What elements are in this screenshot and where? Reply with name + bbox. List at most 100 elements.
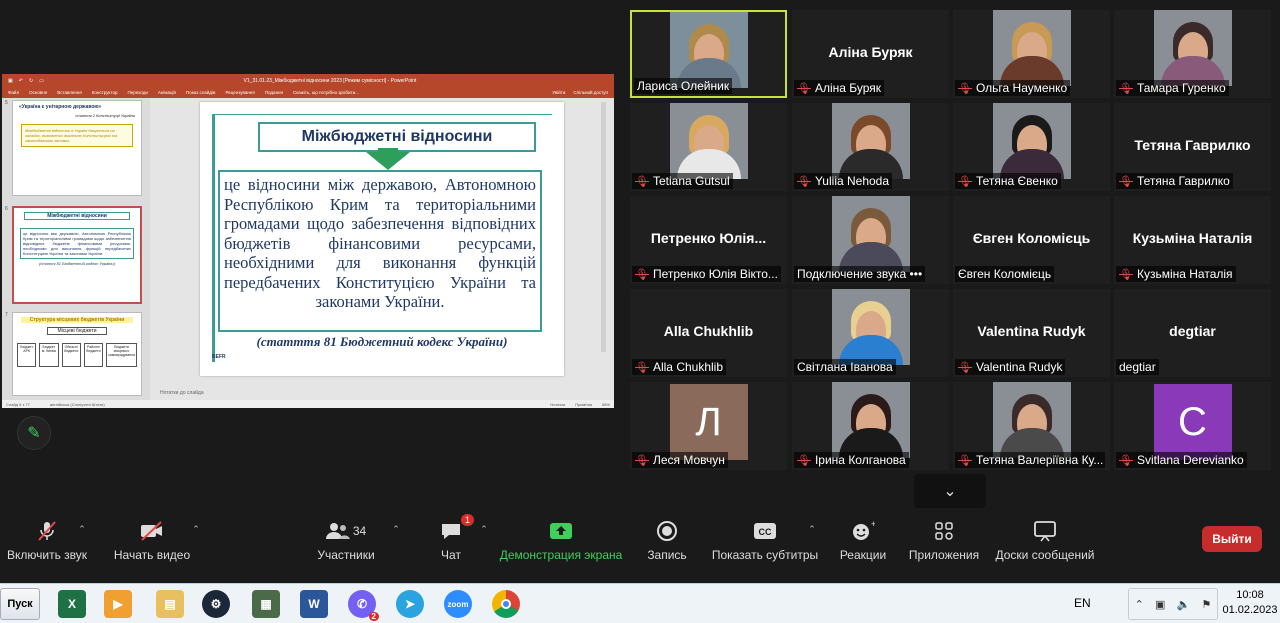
start-button[interactable]: Пуск bbox=[0, 588, 40, 620]
chat-options-caret[interactable]: ⌃ bbox=[478, 518, 490, 568]
ribbon-tab[interactable]: Основне bbox=[29, 90, 47, 95]
participant-tile[interactable]: Аліна Буряк 🎙 Аліна Буряк bbox=[792, 10, 949, 98]
ribbon-tab[interactable]: Конструктор bbox=[92, 90, 118, 95]
participant-tile[interactable]: Лариса Олейник bbox=[630, 10, 787, 98]
participants-options-caret[interactable]: ⌃ bbox=[390, 518, 402, 568]
participant-tile[interactable]: 🎙 Тетяна Валеріївна Ку... bbox=[953, 382, 1110, 470]
zoom-level[interactable]: 56% bbox=[602, 402, 610, 407]
slide-editor[interactable]: Міжбюджетні відносини це відносини між д… bbox=[150, 98, 614, 400]
whiteboards-button[interactable]: Доски сообщений bbox=[994, 518, 1096, 568]
participant-name-label: Євген Коломієць bbox=[955, 266, 1055, 282]
thumb-body: це відносини між державою, Автономною Ре… bbox=[20, 228, 134, 259]
participant-tile[interactable]: 🎙 Тамара Гуренко bbox=[1114, 10, 1271, 98]
ribbon-tab[interactable]: Подання bbox=[265, 90, 283, 95]
slide-thumbnail-6[interactable]: Міжбюджетні відносини це відносини між д… bbox=[12, 206, 142, 304]
participant-name: Тамара Гуренко bbox=[1136, 81, 1226, 95]
taskbar-excel[interactable]: X bbox=[54, 588, 90, 620]
participant-video bbox=[669, 12, 748, 88]
taskbar-viber[interactable]: ✆ 2 bbox=[344, 588, 380, 621]
ribbon-tab[interactable]: Вставлення bbox=[57, 90, 82, 95]
participant-tile[interactable]: degtiar degtiar bbox=[1114, 289, 1271, 377]
redo-icon[interactable]: ↻ bbox=[29, 78, 33, 84]
participant-tile[interactable]: Л 🎙 Леся Мовчун bbox=[630, 382, 787, 470]
participant-tile[interactable]: 🎙 Yuliia Nehoda bbox=[792, 103, 949, 191]
input-language[interactable]: EN bbox=[1074, 596, 1091, 610]
share-screen-button[interactable]: Демонстрация экрана bbox=[500, 518, 622, 568]
participant-tile[interactable]: 🎙 Tetiana Gutsul bbox=[630, 103, 787, 191]
participant-avatar: Л bbox=[669, 384, 748, 460]
chat-button[interactable]: 1 Чат bbox=[430, 514, 474, 568]
annotate-pencil-button[interactable]: ✎ bbox=[17, 416, 51, 450]
slideshow-icon[interactable]: ▭ bbox=[39, 78, 44, 84]
participant-tile[interactable]: Петренко Юлія... 🎙 Петренко Юлія Вікто... bbox=[630, 196, 787, 284]
participant-tile[interactable]: 🎙 Тетяна Євенко bbox=[953, 103, 1110, 191]
shared-screen[interactable]: ▣ ↶ ↻ ▭ V1_31.01.23_Міжбюджетні відносин… bbox=[2, 74, 614, 408]
taskbar-steam[interactable]: ⚙ bbox=[198, 588, 234, 620]
taskbar-zoom[interactable]: zoom bbox=[440, 588, 476, 620]
audio-options-caret[interactable]: ⌃ bbox=[76, 518, 88, 568]
leave-meeting-button[interactable]: Выйти bbox=[1202, 526, 1262, 552]
captions-label: Показать субтитры bbox=[711, 548, 819, 562]
network-icon[interactable]: ▣ bbox=[1155, 598, 1165, 611]
reactions-label: Реакции bbox=[839, 548, 887, 562]
reactions-button[interactable]: + Реакции bbox=[838, 518, 888, 568]
taskbar-file-explorer[interactable]: ▤ bbox=[152, 588, 188, 620]
ribbon-tab[interactable]: Переходи bbox=[127, 90, 147, 95]
captions-options-caret[interactable]: ⌃ bbox=[806, 518, 818, 568]
save-icon[interactable]: ▣ bbox=[8, 78, 13, 84]
sign-in-link[interactable]: Увійти bbox=[552, 90, 565, 95]
notes-placeholder[interactable]: Нотатки до слайда bbox=[160, 390, 566, 396]
flag-icon[interactable]: ⚑ bbox=[1201, 598, 1211, 611]
participant-tile[interactable]: Valentina Rudyk 🎙 Valentina Rudyk bbox=[953, 289, 1110, 377]
comments-button[interactable]: Примітки bbox=[575, 402, 592, 407]
captions-button[interactable]: CC Показать субтитры bbox=[712, 518, 818, 568]
share-link[interactable]: Спільний доступ bbox=[573, 90, 608, 95]
slide-thumbnail-5[interactable]: «Україна є унітарною державою» стаття 2 … bbox=[12, 100, 142, 196]
vertical-scrollbar[interactable] bbox=[601, 102, 606, 352]
share-screen-label: Демонстрация экрана bbox=[499, 548, 623, 562]
undo-icon[interactable]: ↶ bbox=[19, 78, 23, 84]
taskbar-chrome[interactable] bbox=[488, 588, 524, 620]
participant-tile[interactable]: 🎙 Ірина Колганова bbox=[792, 382, 949, 470]
participant-name-label: 🎙 Ольга Науменко bbox=[955, 80, 1071, 96]
video-options-caret[interactable]: ⌃ bbox=[190, 518, 202, 568]
record-button[interactable]: Запись bbox=[644, 518, 690, 568]
participant-tile[interactable]: Світлана Іванова bbox=[792, 289, 949, 377]
ribbon-tab[interactable]: Анімація bbox=[158, 90, 176, 95]
taskbar-word[interactable]: W bbox=[296, 588, 332, 620]
apps-button[interactable]: Приложения bbox=[906, 518, 982, 568]
taskbar-media-player[interactable]: ▶ bbox=[100, 588, 136, 620]
volume-icon[interactable]: 🔈 bbox=[1177, 598, 1191, 611]
thumb-body: Міжбюджетні відносини в Україні базуютьс… bbox=[21, 124, 133, 147]
ribbon-tab[interactable]: Файл bbox=[8, 90, 19, 95]
gallery-next-page-button[interactable]: ⌄ bbox=[914, 474, 986, 508]
chevron-up-icon[interactable]: ⌃ bbox=[1135, 598, 1144, 611]
clock-date: 01.02.2023 bbox=[1222, 604, 1278, 616]
taskbar-app[interactable]: ▦ bbox=[248, 588, 284, 620]
system-clock[interactable]: 10:08 01.02.2023 bbox=[1222, 588, 1278, 618]
ribbon-tab[interactable]: Рецензування bbox=[225, 90, 254, 95]
notes-button[interactable]: Нотатки bbox=[550, 402, 565, 407]
language-indicator[interactable]: англійська (Сполучені Штати) bbox=[50, 402, 105, 407]
slide-thumbnail-pane[interactable]: 5 «Україна є унітарною державою» стаття … bbox=[2, 98, 150, 400]
windows-taskbar: Пуск X ▶ ▤ ⚙ ▦ W ✆ 2 ➤ zoom EN ⌃ ▣ 🔈 ⚑ 10… bbox=[0, 583, 1280, 623]
taskbar-telegram[interactable]: ➤ bbox=[392, 588, 428, 620]
participant-tile[interactable]: Євген Коломієць Євген Коломієць bbox=[953, 196, 1110, 284]
computer-icon: ▦ bbox=[252, 590, 280, 618]
apps-label: Приложения bbox=[908, 548, 980, 562]
participant-display-name: Тетяна Гаврилко bbox=[1134, 137, 1251, 153]
participant-name-label: 🎙 Леся Мовчун bbox=[632, 452, 728, 468]
participant-tile[interactable]: C 🎙 Svitlana Derevianko bbox=[1114, 382, 1271, 470]
start-video-button[interactable]: Начать видео bbox=[114, 518, 190, 568]
participant-tile[interactable]: Тетяна Гаврилко 🎙 Тетяна Гаврилко bbox=[1114, 103, 1271, 191]
participants-button[interactable]: 34 Участники bbox=[312, 518, 380, 568]
ribbon-tab[interactable]: Показ слайдів bbox=[186, 90, 215, 95]
share-screen-icon bbox=[549, 518, 573, 544]
ribbon-tab[interactable]: Скажіть, що потрібно зробити... bbox=[293, 90, 359, 95]
current-slide[interactable]: Міжбюджетні відносини це відносини між д… bbox=[200, 102, 564, 376]
participant-tile[interactable]: 🎙 Ольга Науменко bbox=[953, 10, 1110, 98]
participant-tile[interactable]: Кузьміна Наталія 🎙 Кузьміна Наталія bbox=[1114, 196, 1271, 284]
participant-tile[interactable]: Подключение звука ••• bbox=[792, 196, 949, 284]
participant-tile[interactable]: Alla Chukhlib 🎙 Alla Chukhlib bbox=[630, 289, 787, 377]
slide-thumbnail-7[interactable]: Структура місцевих бюджетів України Місц… bbox=[12, 312, 142, 396]
